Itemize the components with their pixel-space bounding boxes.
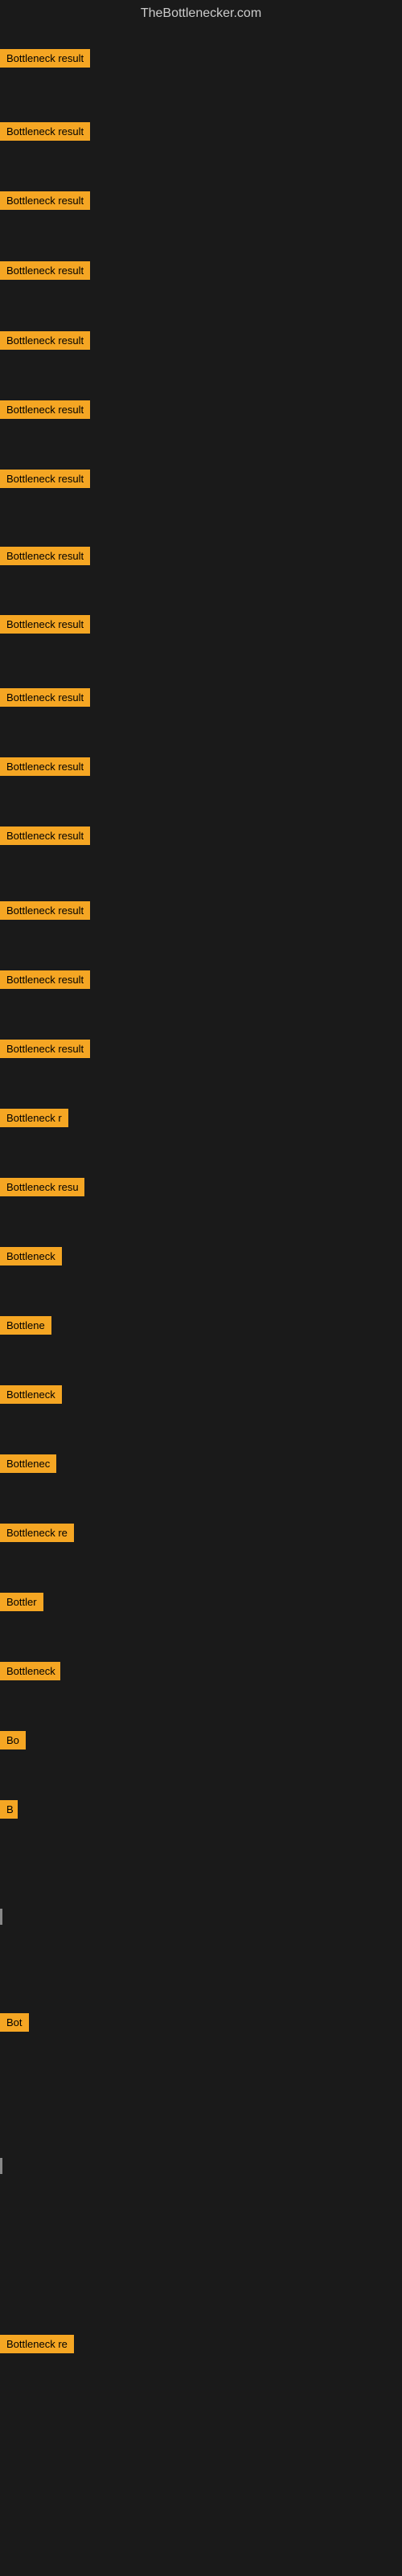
bottleneck-label: B bbox=[0, 1800, 18, 1819]
bottleneck-label: Bottleneck result bbox=[0, 400, 90, 419]
bottleneck-result-item: Bottleneck result bbox=[0, 757, 90, 780]
bottleneck-result-item: Bottleneck r bbox=[0, 1109, 68, 1131]
bottleneck-result-item: Bottleneck result bbox=[0, 191, 90, 214]
bottleneck-result-item: Bottleneck result bbox=[0, 122, 90, 145]
bottleneck-result-item: Bottlene bbox=[0, 1316, 51, 1339]
bottleneck-label: Bottleneck result bbox=[0, 331, 90, 350]
bottleneck-result-item: Bottleneck result bbox=[0, 470, 90, 492]
bottleneck-label: Bottlene bbox=[0, 1316, 51, 1335]
bottleneck-result-item: Bottleneck bbox=[0, 1247, 62, 1270]
bottleneck-result-item: Bo bbox=[0, 1731, 26, 1754]
bottleneck-result-item: Bottlenec bbox=[0, 1454, 56, 1477]
bottleneck-result-item: Bottleneck re bbox=[0, 2335, 74, 2357]
bottleneck-label: Bottleneck result bbox=[0, 261, 90, 280]
bottleneck-label: Bottleneck r bbox=[0, 1109, 68, 1127]
bottleneck-label: Bottleneck re bbox=[0, 2335, 74, 2353]
bottleneck-label: Bottleneck result bbox=[0, 470, 90, 488]
bottleneck-label: Bottleneck result bbox=[0, 1040, 90, 1058]
bottleneck-label: Bottleneck result bbox=[0, 827, 90, 845]
bottleneck-result-item: Bottleneck result bbox=[0, 615, 90, 638]
bottleneck-result-item bbox=[0, 1909, 2, 1925]
bottleneck-label: Bottleneck result bbox=[0, 191, 90, 210]
bottleneck-label: Bottleneck result bbox=[0, 901, 90, 920]
bottleneck-result-item: Bottleneck result bbox=[0, 49, 90, 72]
bottleneck-label: Bottlenec bbox=[0, 1454, 56, 1473]
bottleneck-label: Bottleneck bbox=[0, 1247, 62, 1265]
small-indicator bbox=[0, 1909, 2, 1925]
bottleneck-label: Bottleneck result bbox=[0, 688, 90, 707]
bottleneck-result-item: Bot bbox=[0, 2013, 29, 2036]
bottleneck-result-item: Bottleneck bbox=[0, 1385, 62, 1408]
small-indicator bbox=[0, 2158, 2, 2174]
bottleneck-label: Bottleneck result bbox=[0, 547, 90, 565]
bottleneck-result-item: Bottleneck resu bbox=[0, 1178, 84, 1200]
bottleneck-label: Bottleneck re bbox=[0, 1524, 74, 1542]
bottleneck-label: Bottleneck result bbox=[0, 757, 90, 776]
bottleneck-result-item: Bottleneck result bbox=[0, 400, 90, 423]
bottleneck-result-item: Bottleneck result bbox=[0, 547, 90, 569]
bottleneck-label: Bottleneck result bbox=[0, 615, 90, 634]
bottleneck-label: Bottleneck bbox=[0, 1662, 60, 1680]
bottleneck-label: Bo bbox=[0, 1731, 26, 1749]
bottleneck-result-item bbox=[0, 2158, 2, 2174]
bottleneck-result-item: Bottleneck result bbox=[0, 901, 90, 924]
bottleneck-result-item: Bottleneck result bbox=[0, 827, 90, 849]
bottleneck-label: Bottleneck resu bbox=[0, 1178, 84, 1196]
bottleneck-result-item: Bottler bbox=[0, 1593, 43, 1615]
bottleneck-result-item: Bottleneck result bbox=[0, 688, 90, 711]
bottleneck-label: Bottler bbox=[0, 1593, 43, 1611]
bottleneck-result-item: Bottleneck result bbox=[0, 261, 90, 284]
bottleneck-label: Bottleneck result bbox=[0, 122, 90, 141]
bottleneck-result-item: Bottleneck result bbox=[0, 970, 90, 993]
bottleneck-result-item: B bbox=[0, 1800, 18, 1823]
site-title: TheBottlenecker.com bbox=[0, 0, 402, 27]
bottleneck-label: Bottleneck result bbox=[0, 970, 90, 989]
bottleneck-result-item: Bottleneck result bbox=[0, 1040, 90, 1062]
bottleneck-result-item: Bottleneck result bbox=[0, 331, 90, 354]
bottleneck-label: Bottleneck bbox=[0, 1385, 62, 1404]
bottleneck-result-item: Bottleneck re bbox=[0, 1524, 74, 1546]
bottleneck-label: Bottleneck result bbox=[0, 49, 90, 68]
bottleneck-label: Bot bbox=[0, 2013, 29, 2032]
bottleneck-result-item: Bottleneck bbox=[0, 1662, 60, 1684]
